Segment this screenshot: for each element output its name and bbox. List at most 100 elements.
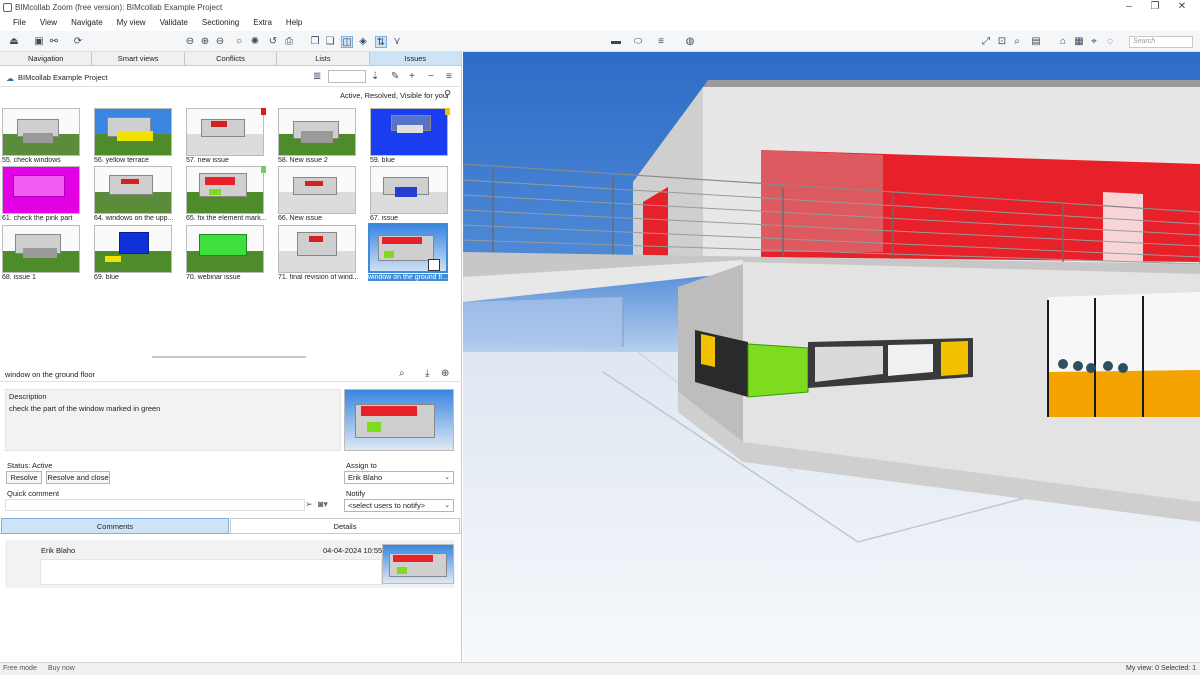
tab-smart-views[interactable]: Smart views [92,52,185,65]
menu-file[interactable]: File [6,18,33,27]
issue-thumb[interactable]: 64. windows on the upp... [94,166,178,222]
issue-thumb-selected[interactable]: window on the ground fl... [368,223,452,281]
buy-now-link[interactable]: Buy now [48,665,75,672]
issue-thumb[interactable]: 70. webinar issue [186,225,270,281]
filter-row: Active, Resolved, Visible for you ⚲ [0,88,462,104]
hide-icon[interactable]: ◌ [1104,36,1116,48]
close-button[interactable]: ✕ [1170,1,1194,14]
issue-title-row: window on the ground floor ⌕ ⤓ ⊕ [0,366,462,382]
zoom-region-icon[interactable]: ⊡ [996,36,1008,48]
comment-author: Erik Blaho [41,546,76,555]
markup-icon[interactable]: ◍ [684,36,696,48]
issue-thumb[interactable]: 68. issue 1 [2,225,86,281]
cube-icon[interactable]: ◈ [357,36,369,48]
sync-icon[interactable]: ⇅ [375,36,387,48]
open-icon[interactable]: ⏏ [8,36,20,48]
tab-navigation[interactable]: Navigation [0,52,93,65]
panel-splitter[interactable] [152,356,306,358]
floor-icon[interactable]: ⌂ [1057,36,1069,48]
window-title: BIMcollab Zoom (free version): BIMcollab… [15,3,223,12]
tab-issues[interactable]: Issues [369,52,463,65]
issue-thumb[interactable]: 66. New issue [278,166,362,222]
issue-snapshot[interactable] [344,389,454,451]
walk-icon[interactable]: ✺ [249,36,261,48]
line-style-icon[interactable]: ▬ [608,36,624,48]
remove-issue-icon[interactable]: − [428,71,434,82]
3d-viewport[interactable] [463,52,1200,662]
toolbar: ⏏ ▣ ⚯ ⟳ ⊖ ⊕ ⊖ ○ ✺ ↺ ⎙ ❐ ❏ ◫ ◈ ⇅ ⋎ ▬ ⬭ ≡ … [0,31,1200,52]
building-model[interactable] [463,52,1200,662]
comment-tabs: Comments Details [0,518,462,534]
assign-to-select[interactable]: Erik Blaho ⌄ [344,471,454,484]
issue-thumb[interactable]: 58. New issue 2 [278,108,362,164]
search-view-icon[interactable]: ⌕ [1011,36,1023,48]
issue-thumb[interactable]: 57. new issue [186,108,270,164]
share-icon[interactable]: ⟳ [72,36,84,48]
menu-navigate[interactable]: Navigate [64,18,110,27]
sort-icon[interactable]: ⇣ [371,71,379,82]
menu-sectioning[interactable]: Sectioning [195,18,246,27]
issue-thumb[interactable]: 55. check windows [2,108,86,164]
resolve-button[interactable]: Resolve [6,471,42,484]
issue-thumb[interactable]: 67. issue [370,166,454,222]
zoom-in-icon[interactable]: ⊕ [199,36,211,48]
duplicate-icon[interactable]: ❏ [324,36,336,48]
issue-thumb[interactable]: 65. fix the element mark... [186,166,270,222]
layers-icon[interactable]: ▤ [1030,36,1042,48]
section-box-icon[interactable]: ◫ [341,36,353,48]
view-options-icon[interactable]: ≣ [313,71,321,82]
zoom-to-issue-icon[interactable]: ⊕ [441,368,449,379]
link-icon[interactable]: ⚯ [48,36,60,48]
orbit-icon[interactable]: ○ [233,36,245,48]
zoom-out-icon[interactable]: ⊖ [214,36,226,48]
filter-icon[interactable]: ⚲ [444,89,451,100]
quick-comment-label: Quick comment [7,489,60,498]
issue-thumb[interactable]: 71. final revision of wind... [278,225,362,281]
issue-thumb[interactable]: 69. blue [94,225,178,281]
comment-snapshot[interactable] [382,544,454,584]
menu-help[interactable]: Help [279,18,309,27]
zoom-fit-icon[interactable]: ⊖ [184,36,196,48]
search-issue-icon[interactable]: ⌕ [399,368,405,379]
send-icon[interactable]: ➢ [305,499,313,510]
properties-icon[interactable]: ▦ [1073,36,1085,48]
description-box[interactable]: Description check the part of the window… [5,389,341,451]
issue-thumb[interactable]: 61. check the pink part [2,166,86,222]
menu-icon[interactable]: ≡ [446,71,452,82]
chevron-down-icon: ⌄ [444,502,450,509]
maximize-button[interactable]: ❐ [1143,1,1167,14]
quick-comment-input[interactable] [5,499,305,511]
camera-icon[interactable]: ◙▾ [318,499,328,510]
resolve-and-close-button[interactable]: Resolve and close [46,471,110,484]
tab-comments[interactable]: Comments [1,518,229,534]
menu-extra[interactable]: Extra [246,18,279,27]
project-row: ☁ BIMcollab Example Project ≣ ⇣ ✎ + − ≡ [0,67,462,87]
copy-icon[interactable]: ❐ [309,36,321,48]
tab-details[interactable]: Details [230,518,460,534]
edit-icon[interactable]: ✎ [391,71,399,82]
menu-my-view[interactable]: My view [110,18,153,27]
thumbnail-size-field[interactable] [328,70,366,83]
fit-view-icon[interactable]: ⤢ [980,36,992,48]
tab-lists[interactable]: Lists [277,52,370,65]
tag-icon[interactable]: ⌖ [1088,36,1100,48]
undo-view-icon[interactable]: ↺ [267,36,279,48]
issue-thumb[interactable]: 56. yellow terrace [94,108,178,164]
ellipse-icon[interactable]: ⬭ [632,36,644,48]
assign-to-value: Erik Blaho [348,473,383,482]
minimize-button[interactable]: – [1117,1,1141,14]
menu-view[interactable]: View [33,18,64,27]
save-icon[interactable]: ▣ [33,36,45,48]
project-name[interactable]: BIMcollab Example Project [18,73,108,82]
tab-conflicts[interactable]: Conflicts [185,52,278,65]
notify-select[interactable]: <select users to notify> ⌄ [344,499,454,512]
camera-icon[interactable]: ⎙ [283,36,295,48]
menu-bar: File View Navigate My view Validate Sect… [0,15,1200,30]
issue-thumb[interactable]: 59. blue [370,108,454,164]
menu-validate[interactable]: Validate [153,18,195,27]
download-icon[interactable]: ⤓ [425,368,429,379]
add-issue-icon[interactable]: + [409,71,415,82]
search-input[interactable]: Search [1129,36,1193,48]
measure-icon[interactable]: ⋎ [391,36,403,48]
line-weight-icon[interactable]: ≡ [655,36,667,48]
